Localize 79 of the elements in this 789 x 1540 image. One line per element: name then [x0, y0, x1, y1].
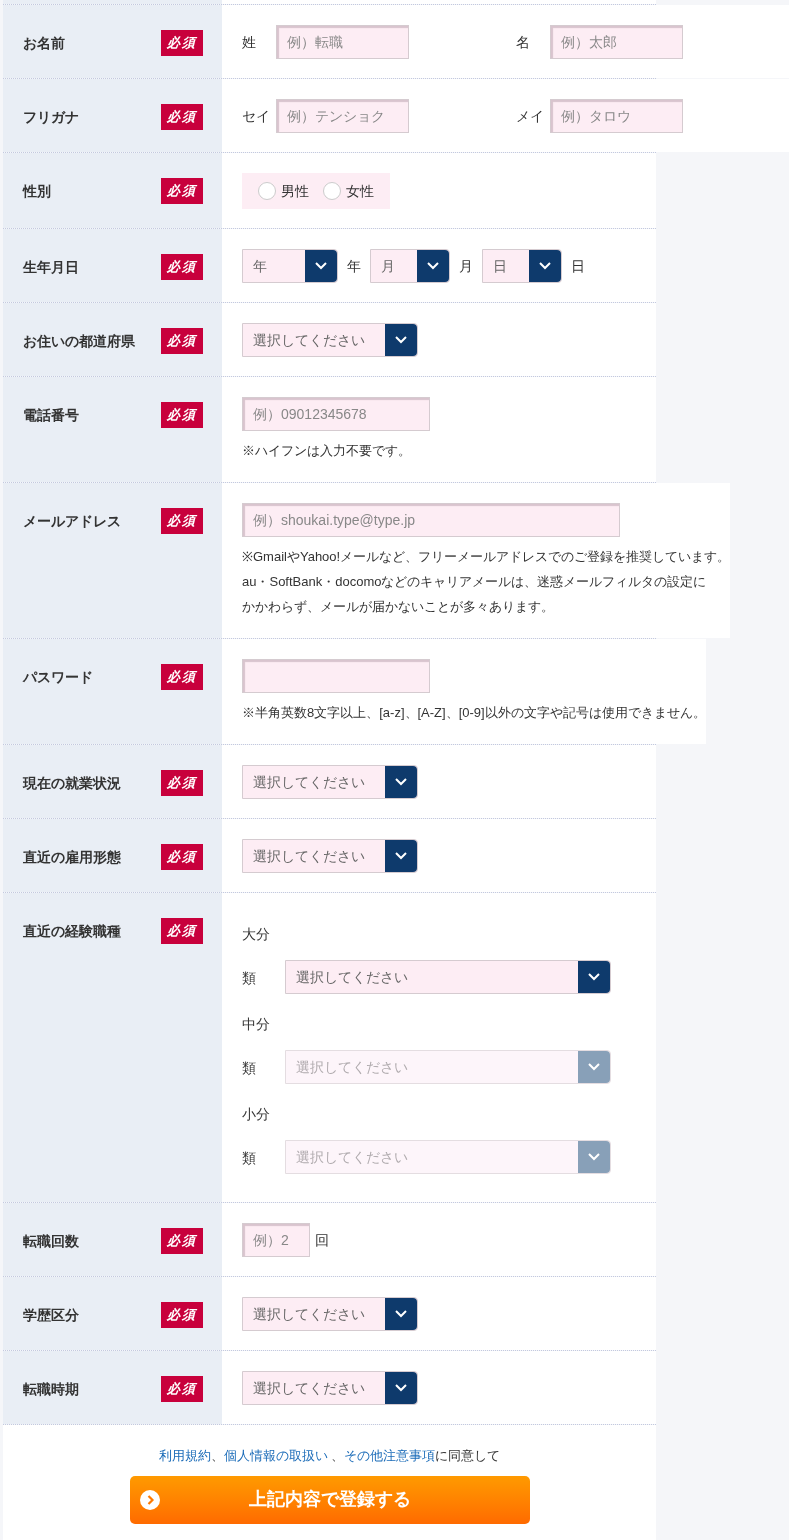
dropdown[interactable]: 選択してください	[242, 323, 418, 357]
dropdown[interactable]: 選択してください	[242, 1297, 418, 1331]
field-title: メールアドレス	[23, 512, 121, 531]
terms-link[interactable]: 利用規約	[158, 1448, 211, 1463]
text-field[interactable]: 例）テンショク	[276, 99, 409, 133]
unit-label: 回	[315, 1230, 329, 1250]
hint-text: au・SoftBank・docomoなどのキャリアメールは、迷惑メールフィルタの設定に	[242, 573, 708, 591]
chevron-down-icon	[539, 262, 551, 270]
text-field[interactable]: 例）転職	[276, 25, 409, 59]
required-badge: 必須	[161, 508, 203, 534]
chevron-down-icon	[588, 1153, 600, 1161]
field-title: フリガナ	[23, 108, 79, 127]
field-title: 直近の経験職種	[23, 922, 121, 941]
field-title: お名前	[23, 34, 65, 53]
required-badge: 必須	[161, 918, 203, 944]
dropdown[interactable]: 選択してください	[242, 839, 418, 873]
required-badge: 必須	[161, 254, 203, 280]
dropdown[interactable]: 年	[242, 249, 338, 283]
field-label: セイ	[242, 106, 271, 126]
required-badge: 必須	[161, 770, 203, 796]
chevron-down-icon	[395, 852, 407, 860]
hint-text: ※GmailやYahoo!メールなど、フリーメールアドレスでのご登録を推奨しています。	[242, 548, 731, 566]
terms-link[interactable]: その他注意事項	[344, 1448, 436, 1463]
field-title: 学歴区分	[23, 1306, 79, 1325]
radio-option[interactable]: 女性	[323, 180, 374, 202]
field-label: 姓	[242, 32, 257, 52]
field-title: 転職時期	[23, 1380, 79, 1399]
dropdown[interactable]: 選択してください	[285, 960, 611, 994]
unit-label: 日	[570, 256, 586, 276]
required-badge: 必須	[161, 1376, 203, 1402]
field-title: 電話番号	[23, 406, 79, 425]
text-field[interactable]: 例）09012345678	[242, 397, 430, 431]
field-title: 性別	[23, 182, 51, 201]
required-badge: 必須	[161, 104, 203, 130]
required-badge: 必須	[161, 664, 203, 690]
chevron-circle-icon	[139, 1489, 160, 1510]
field-title: お住いの都道府県	[23, 332, 135, 351]
chevron-down-icon	[315, 262, 327, 270]
required-badge: 必須	[161, 1302, 203, 1328]
terms-link[interactable]: 個人情報の取扱い	[223, 1448, 328, 1463]
chevron-down-icon	[395, 778, 407, 786]
hint-text: ※半角英数8文字以上、[a-z]、[A-Z]、[0-9]以外の文字や記号は使用できません。	[242, 704, 706, 722]
unit-label: 年	[346, 256, 362, 276]
required-badge: 必須	[161, 178, 203, 204]
chevron-down-icon	[395, 1384, 407, 1392]
chevron-down-icon	[395, 1310, 407, 1318]
text-field[interactable]: 例）太郎	[550, 25, 683, 59]
number-field[interactable]: 例）2	[242, 1223, 310, 1257]
chevron-down-icon	[588, 973, 600, 981]
dropdown[interactable]: 日	[482, 249, 562, 283]
field-label: メイ	[516, 106, 545, 126]
dropdown[interactable]: 選択してください	[242, 1371, 418, 1405]
field-title: 直近の雇用形態	[23, 848, 121, 867]
field-title: 現在の就業状況	[23, 774, 121, 793]
field-title: 転職回数	[23, 1232, 79, 1251]
required-badge: 必須	[161, 30, 203, 56]
field-title: パスワード	[23, 668, 93, 687]
required-badge: 必須	[161, 328, 203, 354]
text-field[interactable]	[242, 659, 430, 693]
text-field[interactable]: 例）タロウ	[550, 99, 683, 133]
level-label: 大分類	[242, 925, 271, 988]
dropdown[interactable]: 月	[370, 249, 450, 283]
text-field[interactable]: 例）shoukai.type@type.jp	[242, 503, 620, 537]
dropdown[interactable]: 選択してください	[242, 765, 418, 799]
hint-text: ※ハイフンは入力不要です。	[242, 442, 412, 460]
chevron-down-icon	[427, 262, 439, 270]
level-label: 中分類	[242, 1015, 271, 1078]
radio-option[interactable]: 男性	[258, 180, 309, 202]
field-title: 生年月日	[23, 258, 79, 277]
hint-text: かかわらず、メールが届かないことが多々あります。	[242, 598, 555, 616]
unit-label: 月	[458, 256, 474, 276]
required-badge: 必須	[161, 402, 203, 428]
consent-text: 利用規約、個人情報の取扱い 、その他注意事項に同意して	[158, 1447, 501, 1465]
chevron-down-icon	[588, 1063, 600, 1071]
field-label: 名	[516, 32, 531, 52]
required-badge: 必須	[161, 1228, 203, 1254]
level-label: 小分類	[242, 1105, 271, 1168]
required-badge: 必須	[161, 844, 203, 870]
chevron-down-icon	[395, 336, 407, 344]
